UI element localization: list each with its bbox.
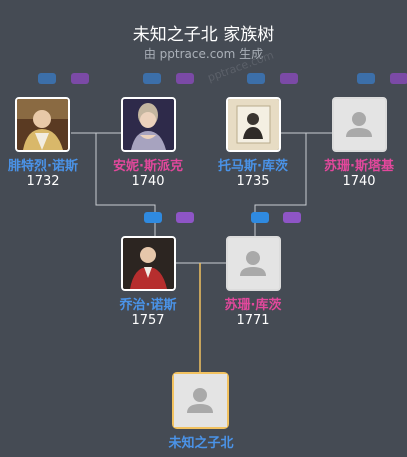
person-placeholder-icon <box>174 374 227 427</box>
male-tag[interactable] <box>357 73 375 84</box>
portrait-icon <box>123 238 174 289</box>
male-tag[interactable] <box>38 73 56 84</box>
person-name[interactable]: 乔治·诺斯 <box>88 294 208 313</box>
female-tag[interactable] <box>390 73 407 84</box>
female-tag[interactable] <box>176 73 194 84</box>
person-photo-thomas[interactable] <box>226 97 281 152</box>
female-tag[interactable] <box>176 212 194 223</box>
person-year: 1740 <box>131 174 165 189</box>
person-photo-susan-coutts[interactable] <box>226 236 281 291</box>
person-photo-george[interactable] <box>121 236 176 291</box>
male-tag[interactable] <box>143 73 161 84</box>
male-tag[interactable] <box>251 212 269 223</box>
portrait-icon <box>123 99 174 150</box>
self-photo[interactable] <box>172 372 229 429</box>
female-tag[interactable] <box>71 73 89 84</box>
male-tag[interactable] <box>247 73 265 84</box>
self-name[interactable]: 未知之子北 <box>141 432 261 451</box>
person-year: 1735 <box>236 174 270 189</box>
person-year: 1771 <box>236 313 270 328</box>
person-photo-anne[interactable] <box>121 97 176 152</box>
person-name[interactable]: 苏珊·库茨 <box>193 294 313 313</box>
person-placeholder-icon <box>228 238 279 289</box>
person-name[interactable]: 托马斯·库茨 <box>193 155 313 174</box>
person-placeholder-icon <box>334 99 385 150</box>
portrait-icon <box>228 99 279 150</box>
portrait-icon <box>17 99 68 150</box>
person-year: 1757 <box>131 313 165 328</box>
person-year: 1740 <box>342 174 376 189</box>
male-tag[interactable] <box>144 212 162 223</box>
person-photo-frederick[interactable] <box>15 97 70 152</box>
person-name[interactable]: 安妮·斯派克 <box>88 155 208 174</box>
female-tag[interactable] <box>280 73 298 84</box>
female-tag[interactable] <box>283 212 301 223</box>
person-photo-susan-starkey[interactable] <box>332 97 387 152</box>
person-year: 1732 <box>26 174 60 189</box>
person-name[interactable]: 苏珊·斯塔基 <box>299 155 407 174</box>
